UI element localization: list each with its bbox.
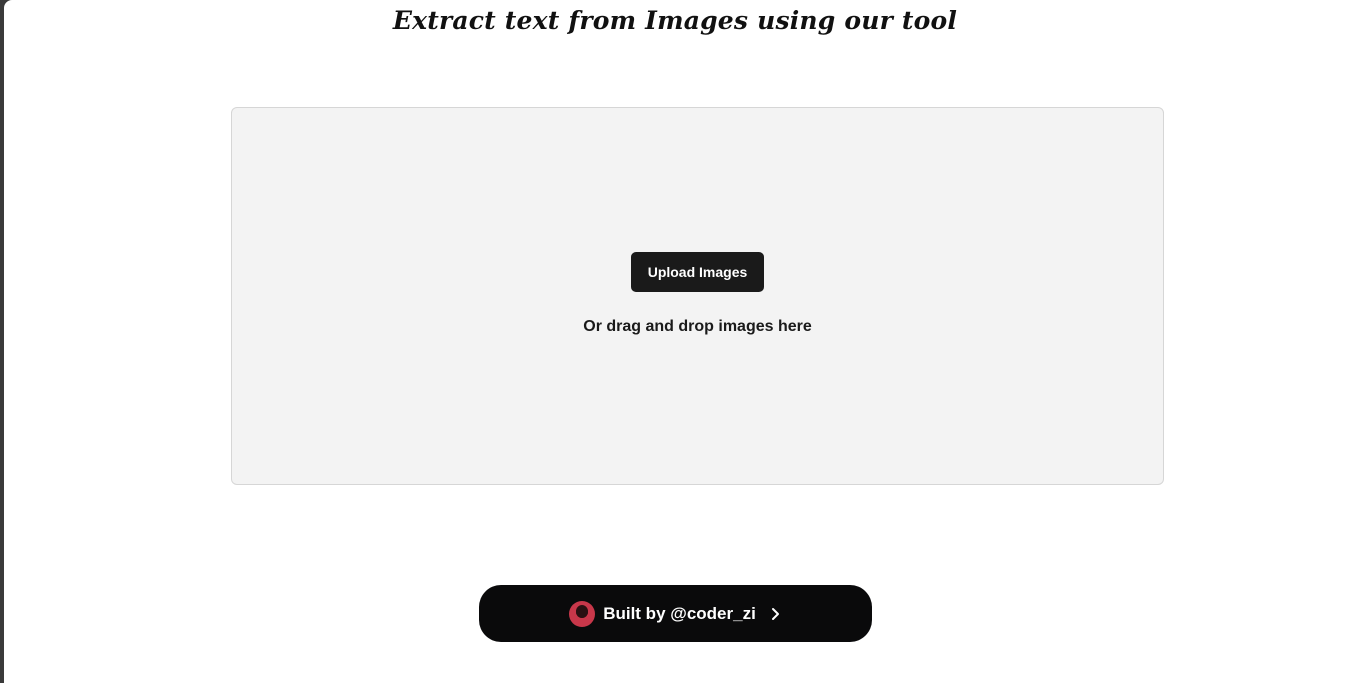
built-by-link[interactable]: Built by @coder_zi — [479, 585, 872, 642]
chevron-right-icon — [771, 607, 779, 620]
page-title: Extract text from Images using our tool — [392, 6, 958, 35]
built-by-label: Built by @coder_zi — [603, 603, 756, 623]
upload-images-button[interactable]: Upload Images — [631, 252, 764, 292]
avatar-icon — [569, 600, 596, 627]
image-dropzone[interactable]: Upload Images Or drag and drop images he… — [231, 107, 1164, 485]
drag-drop-hint: Or drag and drop images here — [583, 318, 812, 335]
page: Extract text from Images using our tool … — [4, 0, 1346, 683]
